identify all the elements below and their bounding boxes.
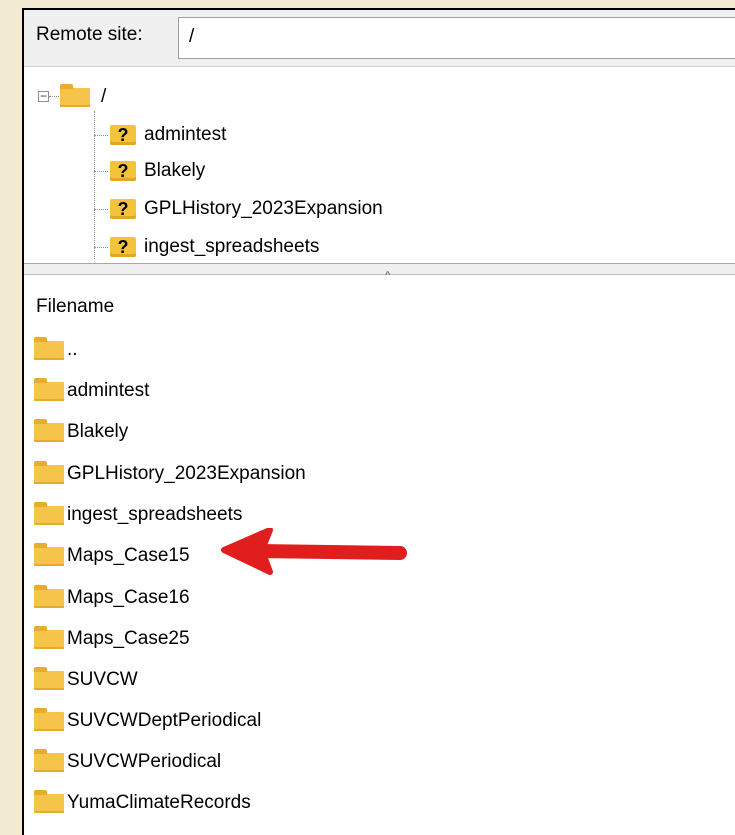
folder-icon — [34, 707, 64, 731]
file-name: YumaClimateRecords — [67, 792, 251, 813]
file-name: ingest_spreadsheets — [67, 504, 243, 525]
file-name: admintest — [67, 380, 150, 401]
file-name: SUVCWPeriodical — [67, 751, 222, 772]
file-name: Maps_Case15 — [67, 545, 190, 566]
tree-item-label: GPLHistory_2023Expansion — [144, 198, 383, 219]
unknown-folder-icon: ? — [110, 125, 136, 145]
file-row[interactable]: Blakely — [34, 417, 128, 447]
file-name: Maps_Case16 — [67, 587, 190, 608]
folder-icon — [34, 625, 64, 649]
file-name: .. — [67, 339, 78, 360]
tree-connector — [94, 135, 108, 136]
tree-root-node[interactable]: / — [60, 81, 106, 113]
file-row[interactable]: SUVCWPeriodical — [34, 747, 221, 777]
file-row[interactable]: Maps_Case16 — [34, 583, 190, 613]
directory-tree[interactable]: − / ? admintest ? Blakely ? GPLHistory_2… — [24, 66, 735, 264]
unknown-folder-icon: ? — [110, 199, 136, 219]
file-name: Maps_Case25 — [67, 628, 190, 649]
unknown-folder-icon: ? — [110, 237, 136, 257]
remote-site-label: Remote site: — [36, 24, 143, 45]
remote-site-bar: Remote site: / — [24, 10, 735, 66]
folder-icon — [34, 460, 64, 484]
folder-icon — [34, 336, 64, 360]
pane-splitter[interactable] — [24, 263, 735, 275]
file-row[interactable]: SUVCWDeptPeriodical — [34, 706, 261, 736]
tree-connector — [94, 171, 108, 172]
file-name: SUVCWDeptPeriodical — [67, 710, 262, 731]
folder-icon — [34, 418, 64, 442]
folder-icon — [34, 666, 64, 690]
tree-item[interactable]: ? GPLHistory_2023Expansion — [110, 193, 383, 225]
tree-root-label: / — [101, 86, 107, 107]
file-row[interactable]: YumaClimateRecords — [34, 788, 251, 818]
tree-connector — [94, 111, 95, 259]
tree-item[interactable]: ? Blakely — [110, 155, 205, 187]
folder-icon — [34, 748, 64, 772]
red-arrow-annotation — [221, 528, 407, 575]
folder-icon — [34, 584, 64, 608]
tree-item-label: Blakely — [144, 160, 206, 181]
tree-connector — [49, 96, 59, 97]
file-row[interactable]: SUVCW — [34, 665, 138, 695]
file-row-highlighted[interactable]: Maps_Case15 — [34, 541, 190, 571]
file-name: GPLHistory_2023Expansion — [67, 463, 306, 484]
folder-icon — [34, 542, 64, 566]
tree-item-label: ingest_spreadsheets — [144, 236, 320, 257]
remote-site-panel: Remote site: / − / ? admintest ? Blakely… — [22, 8, 735, 835]
file-row[interactable]: admintest — [34, 376, 149, 406]
remote-path-input[interactable]: / — [178, 17, 735, 59]
filename-column-header[interactable]: Filename — [36, 296, 114, 318]
file-row[interactable]: ingest_spreadsheets — [34, 500, 242, 530]
file-row[interactable]: GPLHistory_2023Expansion — [34, 459, 306, 489]
collapse-toggle-icon[interactable]: − — [38, 90, 49, 102]
tree-connector — [94, 247, 108, 248]
tree-item[interactable]: ? admintest — [110, 119, 226, 151]
folder-icon — [34, 377, 64, 401]
tree-connector — [94, 209, 108, 210]
folder-icon — [34, 501, 64, 525]
folder-icon — [60, 83, 90, 107]
unknown-folder-icon: ? — [110, 161, 136, 181]
tree-item-label: admintest — [144, 124, 227, 145]
folder-icon — [34, 789, 64, 813]
file-row[interactable]: .. — [34, 335, 78, 365]
tree-item[interactable]: ? ingest_spreadsheets — [110, 231, 319, 263]
file-name: SUVCW — [67, 669, 138, 690]
file-name: Blakely — [67, 421, 129, 442]
file-row[interactable]: Maps_Case25 — [34, 624, 190, 654]
